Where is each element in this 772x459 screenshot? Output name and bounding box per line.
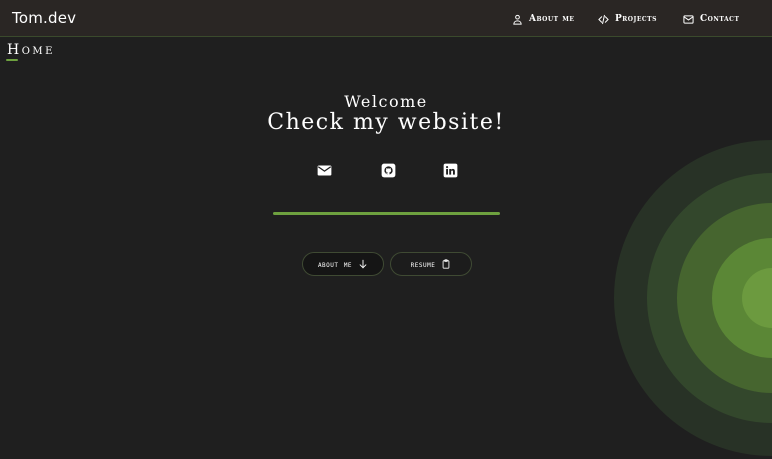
envelope-icon [317, 165, 331, 175]
resume-button[interactable]: resume [390, 252, 472, 276]
section-title: Home [7, 42, 55, 58]
github-icon [381, 163, 395, 177]
hero-divider [273, 212, 500, 215]
nav-contact-label: Contact [700, 14, 740, 24]
code-icon [598, 14, 609, 24]
hero-headline: Check my website! [267, 110, 505, 135]
linkedin-icon [443, 163, 457, 177]
nav-contact[interactable]: Contact [683, 12, 739, 26]
nav-projects[interactable]: Projects [598, 12, 657, 26]
page: Tom.dev About me Projects Contact Home W… [0, 0, 772, 459]
top-navbar: Tom.dev About me Projects Contact [0, 0, 772, 37]
user-icon [513, 14, 522, 25]
social-email-link[interactable] [315, 162, 333, 178]
brand-logo[interactable]: Tom.dev [12, 9, 76, 27]
envelope-icon [683, 14, 694, 24]
clipboard-icon [443, 259, 450, 269]
hero-welcome: Welcome [344, 92, 428, 111]
about-me-button-label: about me [317, 259, 353, 269]
resume-button-label: resume [410, 259, 436, 269]
arrow-down-icon [359, 259, 367, 269]
nav-projects-label: Projects [615, 14, 657, 24]
social-linkedin-link[interactable] [441, 162, 459, 178]
section-underline [6, 59, 18, 61]
nav-about-me[interactable]: About me [512, 12, 574, 26]
social-github-link[interactable] [379, 162, 397, 178]
about-me-button[interactable]: about me [302, 252, 384, 276]
nav-about-label: About me [529, 14, 575, 24]
decorative-rings [614, 140, 772, 456]
